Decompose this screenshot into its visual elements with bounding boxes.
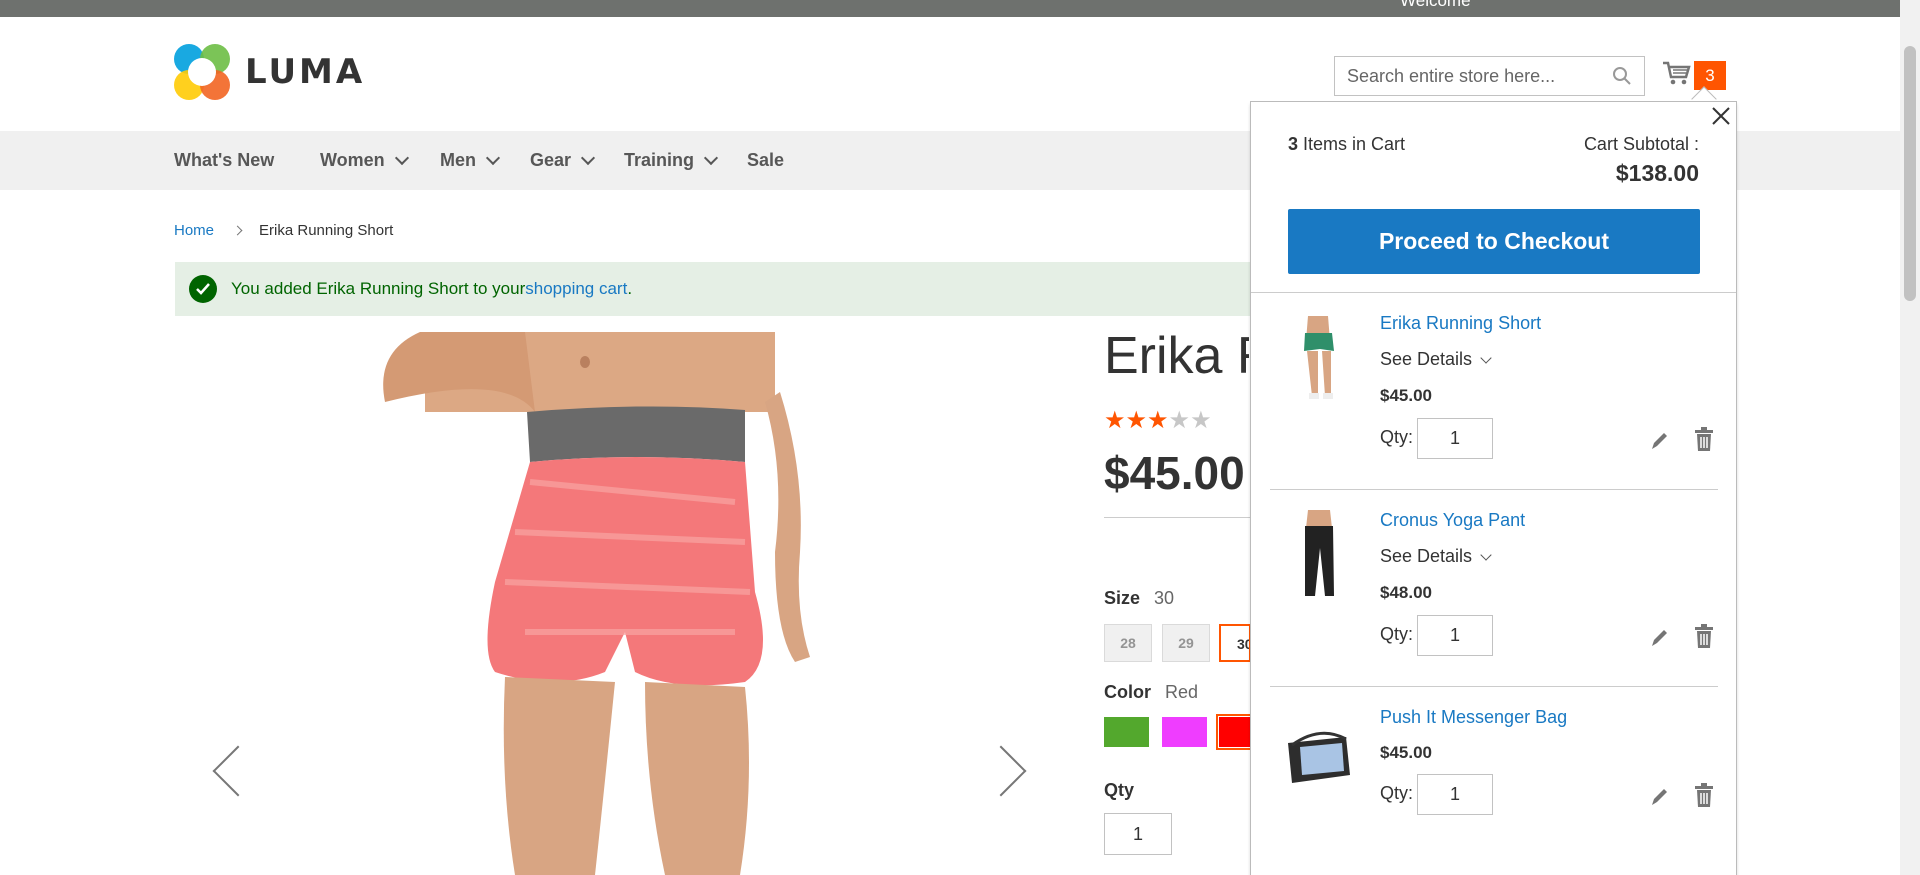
edit-icon[interactable] [1648,429,1670,453]
see-details-toggle[interactable]: See Details [1380,546,1492,567]
edit-icon[interactable] [1648,626,1670,650]
success-text: You added Erika Running Short to your [231,279,526,298]
minicart-item-price: $48.00 [1380,583,1432,602]
header-panel: Welcome [0,0,1900,17]
minicart-item-price: $45.00 [1380,743,1432,762]
trash-icon[interactable] [1693,427,1715,451]
size-swatch-29[interactable]: 29 [1162,624,1210,662]
color-swatch-purple[interactable] [1162,717,1207,747]
minicart-qty-label: Qty: [1380,427,1414,447]
edit-icon[interactable] [1648,785,1670,809]
store-logo[interactable]: LUMA [174,44,365,100]
see-details-toggle[interactable]: See Details [1380,349,1492,370]
size-option-label: Size 30 [1104,588,1175,608]
page-scrollbar[interactable] [1900,0,1920,875]
star-filled-icon: ★ [1147,407,1169,434]
color-swatch-green[interactable] [1104,717,1149,747]
scrollbar-thumb[interactable] [1904,46,1916,301]
product-title: Erika Running Short [1104,327,1249,385]
color-option-label: Color Red [1104,682,1199,702]
proceed-to-checkout-button[interactable]: Proceed to Checkout [1288,209,1700,274]
product-price: $45.00 [1104,447,1245,499]
minicart-item-price: $45.00 [1380,386,1432,405]
minicart-item-count: 3 Items in Cart [1288,134,1406,154]
trash-icon[interactable] [1693,624,1715,648]
star-empty-icon: ★ [1168,407,1191,434]
size-selected-value: 30 [1154,588,1175,608]
nav-item-whats-new[interactable]: What's New [174,131,274,190]
product-photo-shorts [383,332,810,875]
cart-count-badge[interactable]: 3 [1694,61,1726,90]
chevron-down-icon [394,150,409,166]
chevron-down-icon [703,150,719,166]
chevron-down-icon [580,150,596,166]
chevron-down-icon [1480,548,1492,561]
breadcrumb-home-link[interactable]: Home [174,222,214,239]
product-image[interactable] [175,332,1035,875]
chevron-down-icon [485,150,501,166]
chevron-down-icon [1480,351,1492,364]
shopping-cart-link[interactable]: shopping cart [525,279,627,299]
luma-logo-icon [174,44,230,100]
minicart-item-name[interactable]: Erika Running Short [1380,313,1541,334]
minicart-qty-input[interactable]: 1 [1417,615,1493,656]
minicart-qty-label: Qty: [1380,783,1414,803]
chevron-right-icon [232,225,243,236]
cart-subtotal-value: $138.00 [1615,160,1699,186]
minicart-item: Push It Messenger Bag $45.00 Qty: 1 [1270,687,1718,875]
search-icon[interactable] [1612,66,1632,86]
product-thumbnail[interactable] [1280,508,1358,603]
minicart-qty-label: Qty: [1380,624,1414,644]
product-thumbnail[interactable] [1280,705,1358,800]
product-thumbnail[interactable] [1280,311,1358,406]
nav-item-training[interactable]: Training [624,131,719,190]
color-swatch-red[interactable] [1216,714,1253,750]
cart-subtotal-label: Cart Subtotal : [1583,134,1699,154]
breadcrumb: Home Erika Running Short [174,222,393,239]
close-icon[interactable] [1710,105,1732,127]
checkmark-icon [189,275,217,303]
trash-icon[interactable] [1693,783,1715,807]
nav-item-men[interactable]: Men [440,131,501,190]
nav-item-gear[interactable]: Gear [530,131,596,190]
star-filled-icon: ★ [1104,407,1126,434]
size-swatch-30[interactable]: 30 [1219,624,1251,662]
minicart-item: Erika Running Short See Details $45.00 Q… [1270,293,1718,490]
nav-item-women[interactable]: Women [320,131,409,190]
star-filled-icon: ★ [1125,407,1148,434]
cart-icon[interactable] [1661,58,1691,88]
minicart-item: Cronus Yoga Pant See Details $48.00 Qty:… [1270,490,1718,687]
success-suffix: . [627,279,633,298]
welcome-text: Welcome [1400,0,1471,10]
divider [1104,517,1250,518]
minicart-qty-input[interactable]: 1 [1417,418,1493,459]
minicart-item-name[interactable]: Cronus Yoga Pant [1380,510,1525,531]
size-swatch-28[interactable]: 28 [1104,624,1152,662]
rating-stars: ★★★★★ [1104,406,1212,435]
qty-input[interactable]: 1 [1104,813,1172,855]
minicart-qty-input[interactable]: 1 [1417,774,1493,815]
success-message: You added Erika Running Short to your sh… [175,262,1325,316]
logo-text: LUMA [245,52,366,92]
qty-label: Qty [1104,780,1135,800]
breadcrumb-current: Erika Running Short [259,222,394,239]
nav-item-sale[interactable]: Sale [747,131,784,190]
search-placeholder: Search entire store here... [1347,65,1556,86]
search-input[interactable]: Search entire store here... [1334,56,1645,96]
star-empty-icon: ★ [1190,407,1212,434]
minicart-item-name[interactable]: Push It Messenger Bag [1380,707,1567,728]
color-selected-value: Red [1165,682,1199,702]
